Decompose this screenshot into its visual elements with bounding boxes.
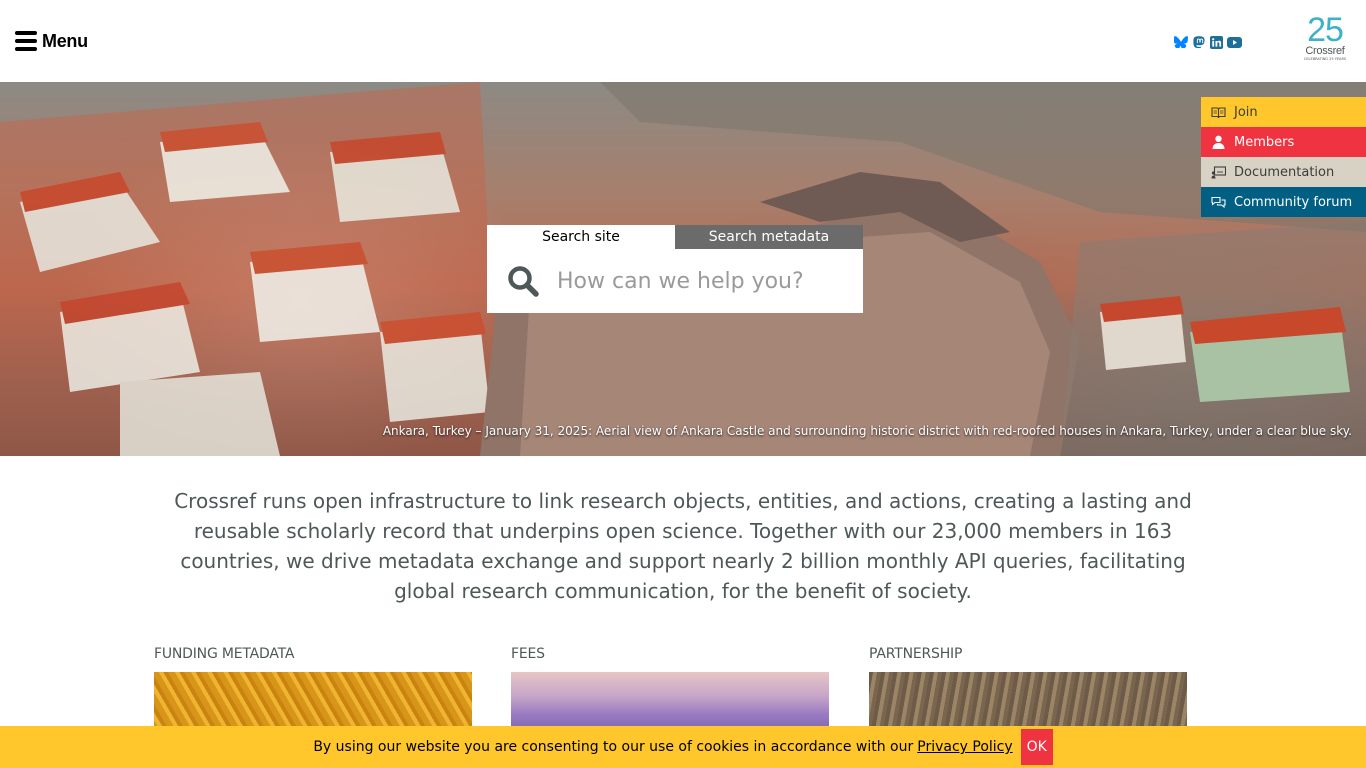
quick-link-label: Documentation <box>1234 164 1335 180</box>
search-box: Search site Search metadata <box>487 225 863 313</box>
youtube-icon[interactable] <box>1227 35 1242 49</box>
quick-link-label: Members <box>1234 134 1295 150</box>
search-tabs: Search site Search metadata <box>487 225 863 249</box>
quick-link-members[interactable]: Members <box>1201 127 1366 157</box>
cookie-consent-bar: By using our website you are consenting … <box>0 726 1366 768</box>
bluesky-icon[interactable] <box>1173 35 1188 49</box>
logo-brand: Crossref <box>1305 45 1345 57</box>
card-fees[interactable]: FEES <box>511 645 829 732</box>
mastodon-icon[interactable] <box>1191 35 1206 49</box>
logo-number: 25 <box>1307 11 1344 49</box>
search-input[interactable] <box>557 268 847 294</box>
quick-link-community-forum[interactable]: Community forum <box>1201 187 1366 217</box>
chat-icon <box>1211 195 1226 210</box>
card-category: FUNDING METADATA <box>154 646 295 662</box>
crossref-logo[interactable]: 25 Crossref CELEBRATING 25 YEARS <box>1300 11 1350 64</box>
quick-link-label: Join <box>1234 104 1258 120</box>
tab-search-site[interactable]: Search site <box>487 225 675 249</box>
hero-photo-caption: Ankara, Turkey – January 31, 2025: Aeria… <box>382 424 1352 438</box>
card-image-wheat-field[interactable] <box>869 672 1187 732</box>
cookie-ok-button[interactable]: OK <box>1020 729 1053 765</box>
menu-button[interactable]: Menu <box>15 28 88 54</box>
quick-link-label: Community forum <box>1234 194 1353 210</box>
privacy-policy-link[interactable]: Privacy Policy <box>917 739 1012 755</box>
hamburger-icon <box>15 31 37 51</box>
user-icon <box>1211 135 1226 150</box>
card-partnership[interactable]: PARTNERSHIP <box>869 645 1187 732</box>
cookie-text: By using our website you are consenting … <box>313 739 914 755</box>
card-category: FEES <box>511 646 545 662</box>
menu-label: Menu <box>42 30 88 51</box>
quick-link-join[interactable]: Join <box>1201 97 1366 127</box>
linkedin-icon[interactable] <box>1209 35 1224 49</box>
quick-links: Join Members Documentation Community for… <box>1201 97 1366 217</box>
intro-text: Crossref runs open infrastructure to lin… <box>174 489 1192 603</box>
card-category: PARTNERSHIP <box>869 646 963 662</box>
social-links <box>1173 35 1242 49</box>
tab-search-metadata[interactable]: Search metadata <box>675 225 863 249</box>
card-image-lavender-field[interactable] <box>511 672 829 732</box>
card-image-knit-texture[interactable] <box>154 672 472 732</box>
site-header: Menu 25 Crossref CELEBRATING 25 YEARS <box>0 0 1366 82</box>
book-icon <box>1211 105 1226 120</box>
quick-link-documentation[interactable]: Documentation <box>1201 157 1366 187</box>
presentation-icon <box>1211 165 1226 180</box>
card-funding-metadata[interactable]: FUNDING METADATA <box>154 645 472 732</box>
search-field <box>487 249 863 313</box>
logo-tagline: CELEBRATING 25 YEARS <box>1303 57 1347 61</box>
search-icon[interactable] <box>507 265 539 297</box>
